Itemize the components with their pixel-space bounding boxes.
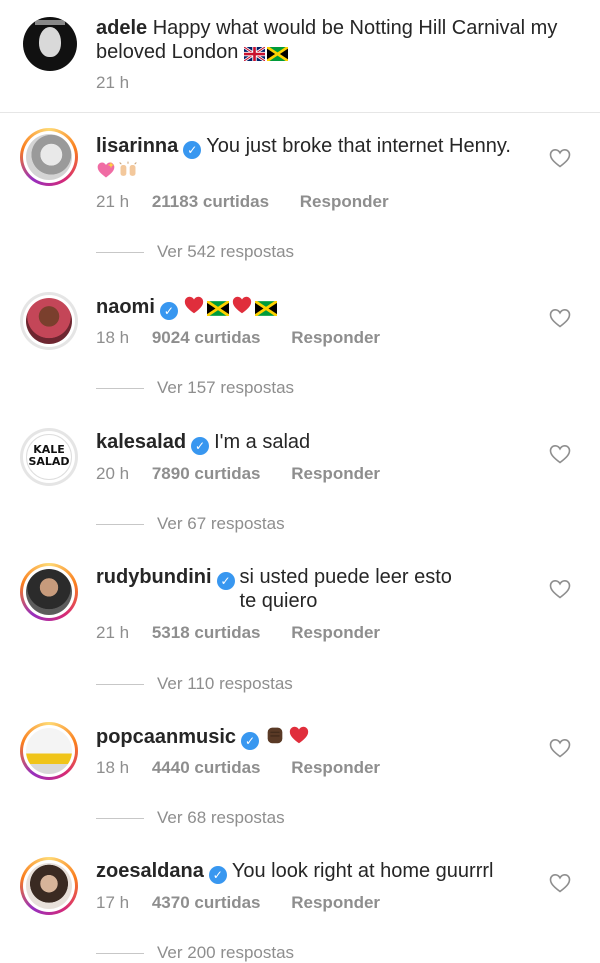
jamaica-flag-icon — [267, 47, 288, 61]
comment-username[interactable]: zoesaldana — [96, 860, 204, 882]
comment-meta: 21 h 21183 curtidas Responder — [96, 192, 389, 212]
avatar[interactable]: KALE SALAD — [20, 428, 78, 486]
red-heart-icon — [183, 294, 205, 316]
verified-badge-icon: ✓ — [241, 732, 260, 750]
replies-divider — [96, 524, 144, 526]
comment-username[interactable]: rudybundini — [96, 566, 212, 588]
comment-text: lisarinna ✓ You just broke that internet H… — [96, 134, 536, 183]
likes-count[interactable]: 4370 curtidas — [152, 893, 261, 912]
comment-meta: 20 h 7890 curtidas Responder — [96, 464, 380, 484]
avatar-photo — [26, 863, 72, 909]
view-replies-link[interactable]: Ver 67 respostas — [96, 514, 285, 534]
caption-body: Happy what would be Notting Hill Carniva… — [96, 17, 558, 63]
verified-badge-icon: ✓ — [159, 302, 178, 320]
avatar-logo: KALE SALAD — [26, 434, 72, 480]
avatar[interactable] — [23, 17, 77, 71]
avatar[interactable] — [20, 857, 78, 915]
likes-count[interactable]: 21183 curtidas — [152, 192, 269, 211]
comment-meta: 17 h 4370 curtidas Responder — [96, 893, 380, 913]
comment-body: You look right at home guurrrl — [231, 860, 494, 882]
comment-body: si usted puede leer esto te quiero — [239, 566, 452, 612]
reply-button[interactable]: Responder — [291, 758, 380, 777]
comment-username[interactable]: kalesalad — [96, 431, 186, 453]
red-heart-icon — [231, 294, 253, 316]
comment-text: rudybundini ✓ si usted puede leer esto te … — [96, 565, 536, 613]
replies-divider — [96, 818, 144, 820]
comment-meta: 18 h 4440 curtidas Responder — [96, 758, 380, 778]
view-replies-link[interactable]: Ver 68 respostas — [96, 808, 285, 828]
comment-username[interactable]: popcaanmusic — [96, 726, 236, 748]
avatar-photo — [26, 134, 72, 180]
view-replies-link[interactable]: Ver 110 respostas — [96, 674, 293, 694]
like-heart-icon[interactable] — [548, 146, 572, 170]
avatar[interactable] — [20, 128, 78, 186]
likes-count[interactable]: 9024 curtidas — [152, 328, 261, 347]
view-replies-link[interactable]: Ver 200 respostas — [96, 943, 294, 963]
avatar-face — [39, 27, 61, 57]
jamaica-flag-icon — [207, 301, 229, 316]
verified-badge-icon: ✓ — [208, 866, 227, 884]
replies-divider — [96, 252, 144, 254]
raised-fist-icon — [264, 724, 286, 746]
comment-meta: 18 h 9024 curtidas Responder — [96, 328, 380, 348]
reply-button[interactable]: Responder — [291, 328, 380, 347]
post-caption: adele Happy what would be Notting Hill C… — [0, 0, 600, 113]
verified-badge-icon: ✓ — [191, 437, 210, 455]
comment-text: popcaanmusic ✓ — [96, 724, 536, 750]
comment-time: 20 h — [96, 464, 130, 483]
comment-time: 17 h — [96, 893, 130, 912]
view-replies-link[interactable]: Ver 542 respostas — [96, 242, 294, 262]
avatar-decoration — [35, 20, 65, 25]
comment-time: 21 h — [96, 192, 130, 211]
reply-button[interactable]: Responder — [291, 893, 380, 912]
like-heart-icon[interactable] — [548, 871, 572, 895]
comment-username[interactable]: naomi — [96, 296, 155, 318]
jamaica-flag-icon — [255, 301, 277, 316]
comment-time: 18 h — [96, 758, 130, 777]
replies-divider — [96, 953, 144, 955]
like-heart-icon[interactable] — [548, 577, 572, 601]
likes-count[interactable]: 7890 curtidas — [152, 464, 261, 483]
comment-text: naomi ✓ — [96, 294, 536, 320]
reply-button[interactable]: Responder — [300, 192, 389, 211]
avatar-photo — [26, 298, 72, 344]
avatar-photo — [26, 569, 72, 615]
like-heart-icon[interactable] — [548, 306, 572, 330]
uk-flag-icon — [244, 47, 265, 61]
caption-text: adele Happy what would be Notting Hill C… — [96, 16, 566, 64]
comment-body: I'm a salad — [214, 431, 311, 453]
like-heart-icon[interactable] — [548, 736, 572, 760]
avatar[interactable] — [20, 563, 78, 621]
caption-time: 21 h — [96, 73, 130, 92]
caption-username[interactable]: adele — [96, 17, 147, 39]
reply-button[interactable]: Responder — [291, 623, 380, 642]
red-heart-icon — [288, 724, 310, 746]
comment-text: kalesalad ✓ I'm a salad — [96, 430, 536, 455]
sparkling-heart-icon — [96, 160, 116, 180]
avatar[interactable] — [20, 722, 78, 780]
verified-badge-icon: ✓ — [183, 141, 202, 159]
comment-meta: 21 h 5318 curtidas Responder — [96, 623, 380, 643]
comment-body: You just broke that internet Henny. — [206, 135, 511, 157]
verified-badge-icon: ✓ — [216, 572, 235, 590]
avatar[interactable] — [20, 292, 78, 350]
replies-divider — [96, 684, 144, 686]
reply-button[interactable]: Responder — [291, 464, 380, 483]
comment-time: 21 h — [96, 623, 130, 642]
comment-text: zoesaldana ✓ You look right at home guurrr… — [96, 859, 536, 884]
view-replies-link[interactable]: Ver 157 respostas — [96, 378, 294, 398]
likes-count[interactable]: 4440 curtidas — [152, 758, 261, 777]
like-heart-icon[interactable] — [548, 442, 572, 466]
comments-screen: adele Happy what would be Notting Hill C… — [0, 0, 600, 963]
replies-divider — [96, 388, 144, 390]
avatar-photo — [26, 728, 72, 774]
comment-time: 18 h — [96, 328, 130, 347]
likes-count[interactable]: 5318 curtidas — [152, 623, 261, 642]
raised-hands-icon — [118, 160, 138, 180]
comment-username[interactable]: lisarinna — [96, 135, 178, 157]
